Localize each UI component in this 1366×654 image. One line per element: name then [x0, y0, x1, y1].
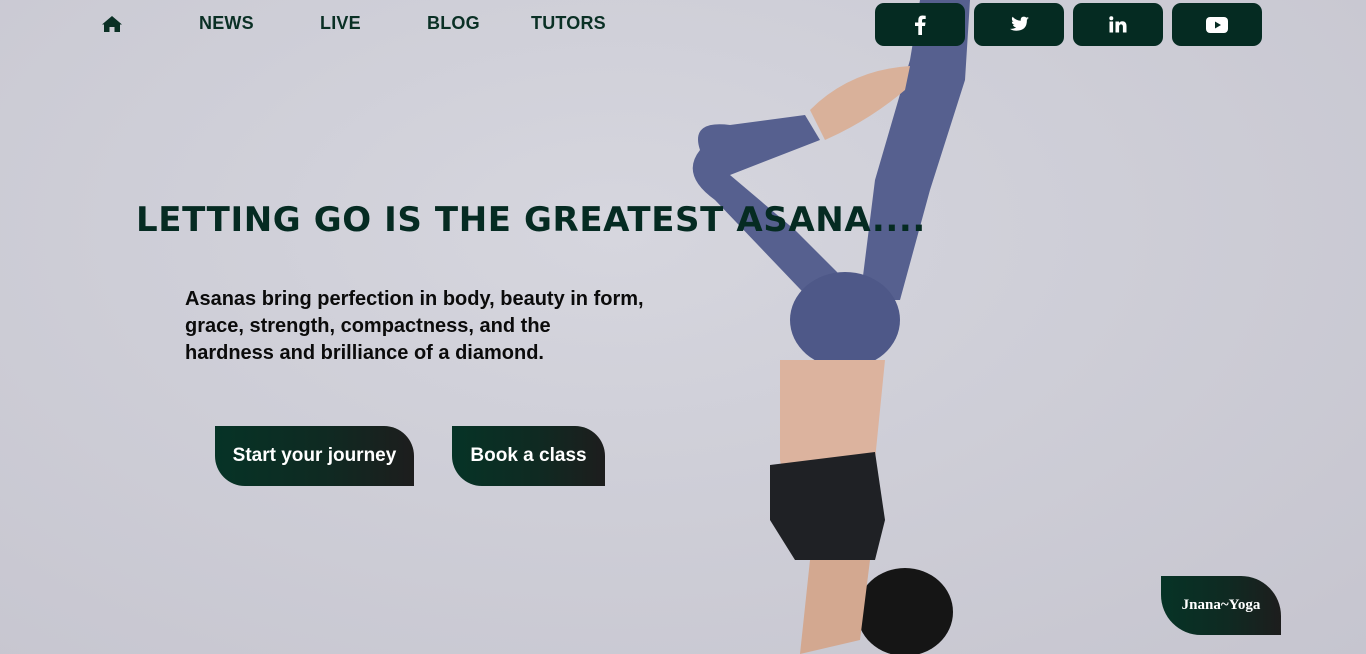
twitter-button[interactable] [974, 3, 1064, 46]
nav-link-tutors[interactable]: TUTORS [531, 13, 606, 34]
yoga-figure-image [692, 0, 970, 654]
facebook-button[interactable] [875, 3, 965, 46]
youtube-button[interactable] [1172, 3, 1262, 46]
linkedin-button[interactable] [1073, 3, 1163, 46]
brand-badge[interactable]: Jnana~Yoga [1161, 576, 1281, 635]
hero-headline: LETTING GO IS THE GREATEST ASANA.... [136, 200, 926, 240]
social-links [875, 3, 1262, 46]
twitter-icon [1010, 16, 1029, 31]
nav-link-blog[interactable]: BLOG [427, 13, 480, 34]
facebook-icon [915, 15, 926, 35]
start-journey-button[interactable]: Start your journey [215, 426, 414, 486]
youtube-icon [1206, 16, 1228, 33]
home-icon [102, 16, 122, 32]
nav-link-live[interactable]: LIVE [320, 13, 361, 34]
linkedin-icon [1109, 16, 1127, 33]
main-nav [100, 11, 124, 37]
hero-subtext: Asanas bring perfection in body, beauty … [185, 288, 644, 364]
book-class-button[interactable]: Book a class [452, 426, 605, 486]
nav-link-news[interactable]: NEWS [199, 13, 254, 34]
home-link[interactable] [100, 13, 124, 35]
